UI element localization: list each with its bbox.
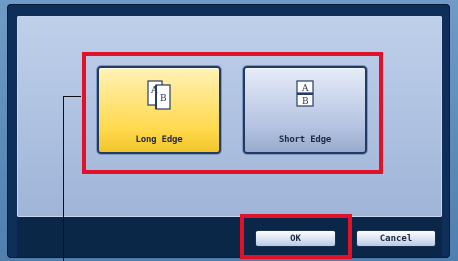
short-edge-button[interactable]: A B Short Edge [243,66,367,154]
svg-text:A: A [150,86,158,96]
cancel-button[interactable]: Cancel [356,230,436,247]
short-edge-icon: A B [288,78,322,112]
callout-tick [63,96,81,97]
long-edge-icon: A B [142,78,176,112]
ok-button[interactable]: OK [255,230,336,247]
svg-text:B: B [302,97,309,107]
long-edge-button[interactable]: A B Long Edge [97,66,221,154]
svg-text:B: B [160,94,167,104]
short-edge-label: Short Edge [278,135,332,145]
svg-text:A: A [301,84,309,94]
callout-line [63,96,64,261]
long-edge-label: Long Edge [135,135,183,145]
